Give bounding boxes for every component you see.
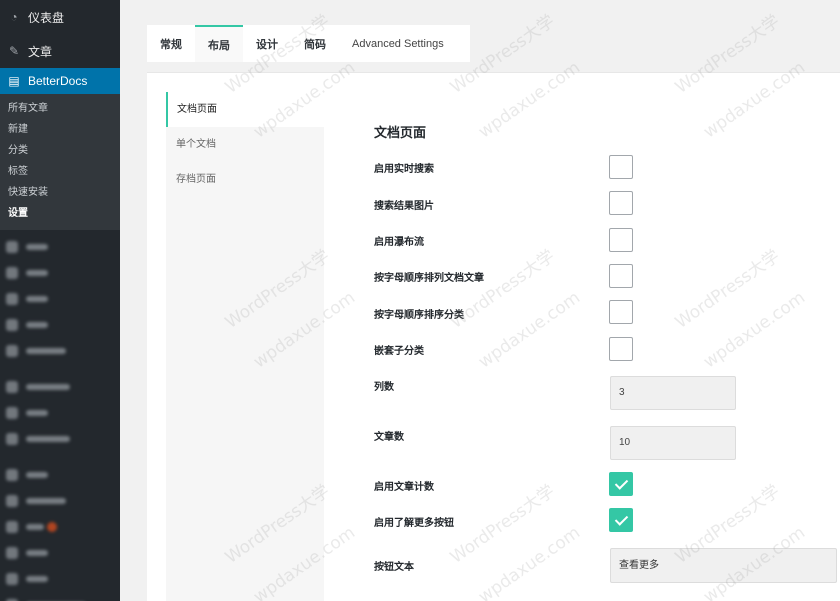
pin-icon: ✎ [8,44,20,58]
submenu-settings[interactable]: 设置 [0,203,120,224]
field-label-enable-post-count: 启用文章计数 [374,482,434,493]
tab-design[interactable]: 设计 [243,25,291,62]
blurred-menu-item [0,374,120,400]
menu-betterdocs[interactable]: ▤ BetterDocs [0,68,120,94]
post-count-input[interactable]: 10 [610,426,736,460]
blurred-menu-item [0,540,120,566]
layout-subnav: 文档页面 单个文档 存档页面 [166,92,324,601]
read-more-button-checkbox[interactable] [609,508,633,532]
field-label-search-image: 搜索结果图片 [374,201,434,212]
field-label-masonry: 启用瀑布流 [374,237,424,248]
field-label-alpha-categories: 按字母顺序排序分类 [374,310,464,321]
field-label-nested-subcategory: 嵌套子分类 [374,346,424,357]
blurred-menu-items [0,234,120,601]
tab-general[interactable]: 常规 [147,25,195,62]
blurred-menu-item [0,260,120,286]
field-label-columns: 列数 [374,382,394,393]
menu-posts[interactable]: ✎ 文章 [0,34,120,68]
blurred-menu-item [0,426,120,452]
blurred-menu-item [0,338,120,364]
blurred-menu-item [0,592,120,601]
submenu-tags[interactable]: 标签 [0,161,120,182]
alpha-docs-checkbox[interactable] [609,264,633,288]
field-label-live-search: 启用实时搜索 [374,164,434,175]
subnav-docs-page[interactable]: 文档页面 [166,92,324,127]
blurred-menu-item [0,514,120,540]
menu-dashboard[interactable]: ◔ 仪表盘 [0,0,120,34]
menu-betterdocs-label: BetterDocs [28,74,88,88]
subnav-archive-page[interactable]: 存档页面 [166,162,324,197]
submenu-all-docs[interactable]: 所有文章 [0,98,120,119]
blurred-menu-item [0,462,120,488]
betterdocs-submenu: 所有文章 新建 分类 标签 快速安装 设置 [0,94,120,230]
settings-tabs: 常规 布局 设计 简码 Advanced Settings [147,25,470,62]
dashboard-icon: ◔ [10,10,18,24]
section-title: 文档页面 [374,125,427,140]
field-label-alpha-docs: 按字母顺序排列文档文章 [374,273,484,284]
tab-layout[interactable]: 布局 [195,25,243,62]
tab-shortcodes[interactable]: 简码 [291,25,339,62]
field-label-read-more-button: 启用了解更多按钮 [374,518,454,529]
blurred-menu-item [0,400,120,426]
nested-subcategory-checkbox[interactable] [609,337,633,361]
blurred-menu-item [0,312,120,338]
blurred-menu-item [0,234,120,260]
tab-advanced-settings[interactable]: Advanced Settings [339,25,457,62]
subnav-single-doc[interactable]: 单个文档 [166,127,324,162]
submenu-categories[interactable]: 分类 [0,140,120,161]
blurred-menu-item [0,488,120,514]
submenu-quick-setup[interactable]: 快速安装 [0,182,120,203]
columns-input[interactable]: 3 [610,376,736,410]
document-icon: ▤ [8,74,20,88]
masonry-checkbox[interactable] [609,228,633,252]
admin-sidebar: ◔ 仪表盘 ✎ 文章 ▤ BetterDocs 所有文章 新建 分类 标签 快速… [0,0,120,601]
blurred-menu-item [0,286,120,312]
field-label-button-text: 按钮文本 [374,562,414,573]
menu-posts-label: 文章 [28,44,53,59]
live-search-checkbox[interactable] [609,155,633,179]
submenu-add-new[interactable]: 新建 [0,119,120,140]
alpha-categories-checkbox[interactable] [609,300,633,324]
enable-post-count-checkbox[interactable] [609,472,633,496]
button-text-input[interactable]: 查看更多 [610,548,837,583]
blurred-menu-item [0,566,120,592]
menu-dashboard-label: 仪表盘 [28,10,65,25]
search-image-checkbox[interactable] [609,191,633,215]
field-label-post-count: 文章数 [374,432,404,443]
